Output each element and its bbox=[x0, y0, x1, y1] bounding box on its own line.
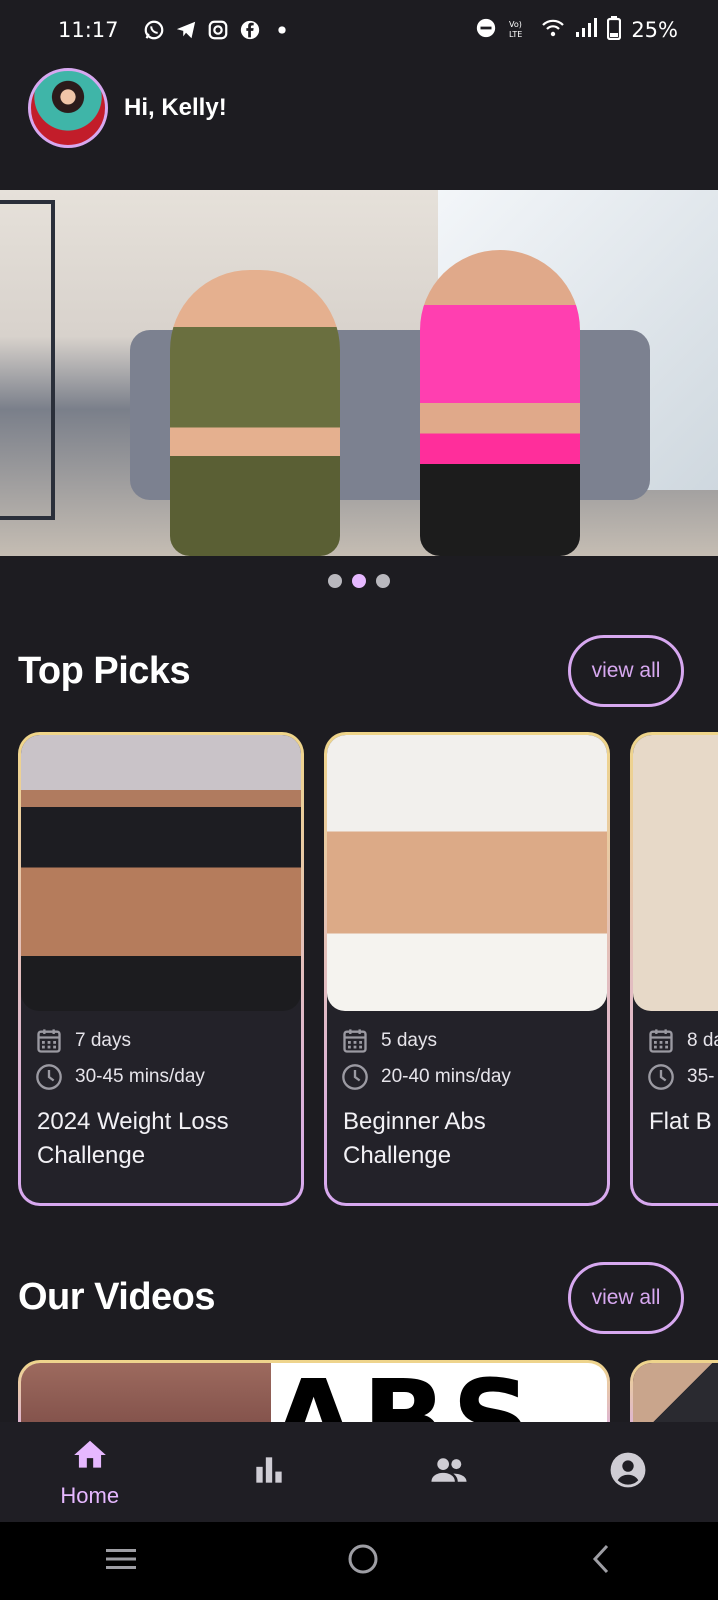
home-button-icon[interactable] bbox=[346, 1542, 380, 1581]
our-videos-view-all-button[interactable]: view all bbox=[568, 1262, 684, 1334]
challenge-card-meta: 5 days 20-40 mins/day bbox=[341, 1023, 511, 1095]
challenge-time: 30-45 mins/day bbox=[75, 1066, 205, 1087]
dnd-icon bbox=[475, 17, 497, 43]
clock-icon bbox=[647, 1063, 675, 1091]
challenge-card-meta: 8 da 35- bbox=[647, 1023, 718, 1095]
challenge-time: 20-40 mins/day bbox=[381, 1066, 511, 1087]
status-bar: 11:17 Vo) LTE 25% bbox=[0, 0, 718, 60]
carousel-indicator bbox=[0, 574, 718, 588]
top-picks-title: Top Picks bbox=[18, 650, 191, 692]
instagram-icon bbox=[207, 19, 229, 41]
svg-text:Vo): Vo) bbox=[509, 20, 522, 29]
system-status-icons: Vo) LTE 25% bbox=[475, 16, 678, 44]
stats-icon bbox=[250, 1451, 288, 1494]
bottom-navigation: Home bbox=[0, 1422, 718, 1522]
challenge-title: Flat B bbox=[649, 1108, 712, 1135]
challenge-card[interactable]: 5 days 20-40 mins/day Beginner Abs Chall… bbox=[324, 732, 610, 1206]
top-picks-view-all-button[interactable]: view all bbox=[568, 635, 684, 707]
telegram-icon bbox=[175, 19, 197, 41]
dot-icon bbox=[271, 19, 293, 41]
recent-apps-icon[interactable] bbox=[104, 1546, 138, 1577]
challenge-card-image bbox=[327, 735, 607, 1011]
calendar-icon bbox=[647, 1027, 675, 1055]
system-navigation-bar bbox=[0, 1522, 718, 1600]
video-thumbnail bbox=[633, 1363, 718, 1422]
calendar-icon bbox=[341, 1027, 369, 1055]
challenge-time: 35- bbox=[687, 1066, 715, 1087]
carousel-dot[interactable] bbox=[328, 574, 342, 588]
challenge-duration: 7 days bbox=[75, 1030, 131, 1051]
challenge-card-image bbox=[633, 735, 718, 1011]
clock-icon bbox=[35, 1063, 63, 1091]
challenge-card[interactable]: 8 da 35- Flat B bbox=[630, 732, 718, 1206]
challenge-card[interactable]: 7 days 30-45 mins/day 2024 Weight Loss C… bbox=[18, 732, 304, 1206]
challenge-duration: 8 da bbox=[687, 1030, 718, 1051]
profile-icon bbox=[609, 1451, 647, 1494]
hero-person-right bbox=[420, 250, 580, 556]
signal-icon bbox=[575, 17, 598, 43]
challenge-card-meta: 7 days 30-45 mins/day bbox=[35, 1023, 205, 1095]
video-card[interactable] bbox=[630, 1360, 718, 1422]
challenge-duration: 5 days bbox=[381, 1030, 437, 1051]
whatsapp-icon bbox=[143, 19, 165, 41]
facebook-icon bbox=[239, 19, 261, 41]
video-thumbnail bbox=[21, 1363, 271, 1422]
video-card[interactable]: ABS bbox=[18, 1360, 610, 1422]
user-header: Hi, Kelly! bbox=[28, 68, 227, 148]
hero-person-left bbox=[170, 270, 340, 556]
notification-icons bbox=[143, 19, 293, 41]
clock-icon bbox=[341, 1063, 369, 1091]
carousel-dot-active[interactable] bbox=[352, 574, 366, 588]
community-icon bbox=[430, 1451, 468, 1494]
nav-label-home: Home bbox=[60, 1482, 120, 1508]
nav-item-profile[interactable] bbox=[539, 1422, 718, 1522]
challenge-title: 2024 Weight Loss Challenge bbox=[37, 1108, 229, 1169]
challenge-title: Beginner Abs Challenge bbox=[343, 1108, 486, 1169]
calendar-icon bbox=[35, 1027, 63, 1055]
status-time: 11:17 bbox=[58, 18, 119, 42]
volte-icon: Vo) LTE bbox=[507, 17, 531, 43]
hero-shelf bbox=[0, 200, 55, 520]
challenge-card-image bbox=[21, 735, 301, 1011]
wifi-icon bbox=[541, 17, 565, 43]
greeting-text: Hi, Kelly! bbox=[124, 94, 227, 121]
battery-icon bbox=[607, 16, 622, 44]
video-thumbnail-text: ABS bbox=[271, 1365, 537, 1422]
videos-carousel[interactable]: ABS bbox=[18, 1360, 718, 1422]
nav-item-home[interactable]: Home bbox=[0, 1422, 180, 1522]
nav-item-stats[interactable] bbox=[180, 1422, 360, 1522]
battery-percentage: 25% bbox=[631, 18, 678, 42]
top-picks-carousel[interactable]: 7 days 30-45 mins/day 2024 Weight Loss C… bbox=[18, 732, 718, 1208]
svg-text:LTE: LTE bbox=[509, 30, 522, 39]
home-icon bbox=[71, 1436, 109, 1479]
carousel-dot[interactable] bbox=[376, 574, 390, 588]
avatar[interactable] bbox=[28, 68, 108, 148]
our-videos-title: Our Videos bbox=[18, 1276, 216, 1318]
hero-banner-image[interactable] bbox=[0, 190, 718, 556]
back-icon[interactable] bbox=[588, 1542, 614, 1581]
nav-item-community[interactable] bbox=[359, 1422, 539, 1522]
